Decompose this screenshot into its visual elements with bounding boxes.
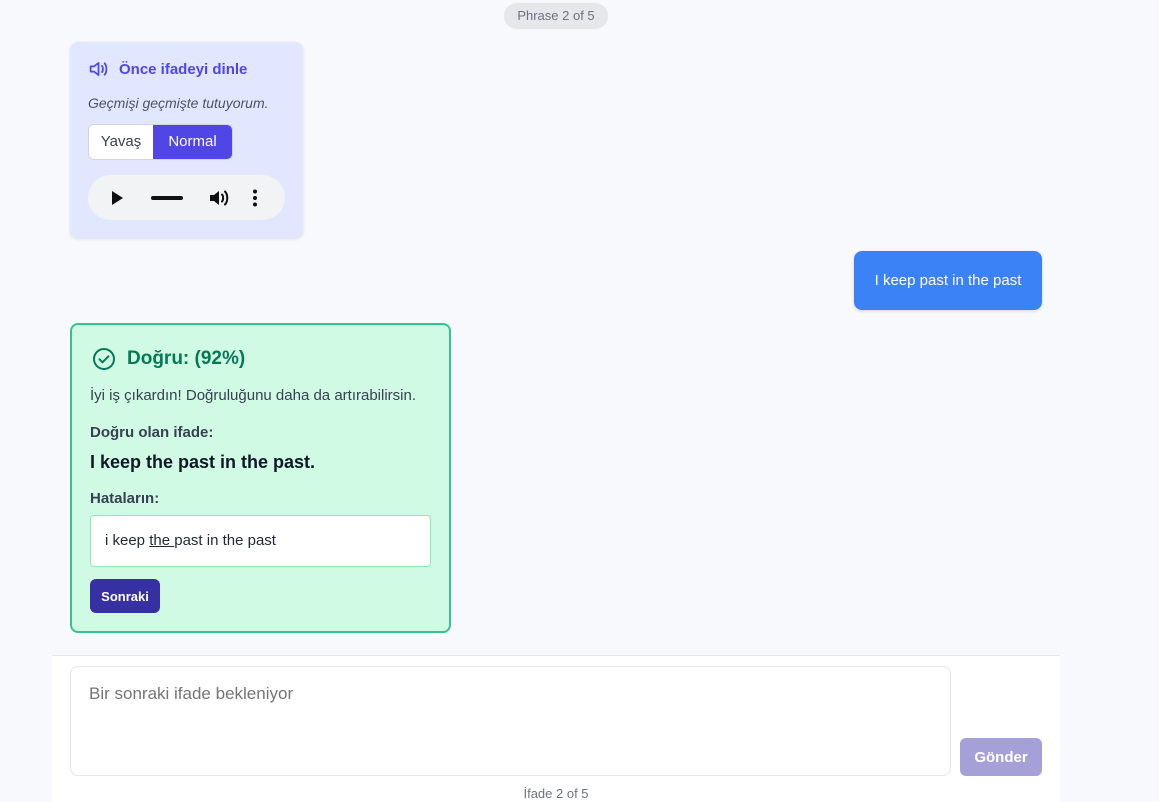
send-button[interactable]: Gönder	[960, 738, 1042, 776]
phrase-count: İfade 2 of 5	[523, 786, 589, 801]
volume-button[interactable]	[208, 175, 230, 220]
listen-phrase: Geçmişi geçmişte tutuyorum.	[88, 95, 269, 111]
listen-card: Önce ifadeyi dinle Geçmişi geçmişte tutu…	[70, 42, 303, 238]
mistakes-box: i keep the past in the past	[90, 515, 431, 567]
phrase-progress-pill: Phrase 2 of 5	[504, 3, 608, 29]
more-options-button[interactable]	[248, 175, 262, 220]
mistake-text-before: i keep	[105, 532, 150, 549]
practice-page: Phrase 2 of 5 Önce ifadeyi dinle Geçmişi…	[0, 0, 1159, 802]
mistake-text-after: past in the past	[174, 532, 276, 549]
listen-header: Önce ifadeyi dinle	[88, 60, 247, 78]
speaker-icon	[89, 62, 108, 76]
feedback-title: Doğru: (92%)	[127, 348, 246, 369]
phrase-input[interactable]	[70, 666, 951, 776]
check-circle-icon	[93, 348, 115, 370]
play-button[interactable]	[106, 175, 128, 220]
user-message-bubble: I keep past in the past	[854, 251, 1042, 310]
speed-toggle: Yavaş Normal	[88, 124, 233, 160]
next-button[interactable]: Sonraki	[90, 579, 160, 613]
correct-phrase-label: Doğru olan ifade:	[90, 424, 214, 441]
play-icon	[112, 190, 123, 205]
feedback-header: Doğru: (92%)	[92, 347, 245, 371]
feedback-message: İyi iş çıkardın! Doğruluğunu daha da art…	[90, 387, 417, 404]
volume-icon	[210, 190, 229, 205]
feedback-card: Doğru: (92%) İyi iş çıkardın! Doğruluğun…	[70, 323, 451, 633]
mistakes-label: Hataların:	[90, 490, 160, 507]
more-vertical-icon	[253, 189, 257, 206]
speed-slow-button[interactable]: Yavaş	[89, 125, 153, 159]
composer-area: Gönder İfade 2 of 5	[52, 655, 1060, 802]
audio-player	[88, 175, 285, 220]
missing-word: the	[149, 532, 175, 549]
listen-title: Önce ifadeyi dinle	[119, 60, 248, 78]
correct-phrase: I keep the past in the past.	[90, 452, 316, 472]
audio-progress-bar[interactable]	[150, 175, 184, 220]
speed-normal-button[interactable]: Normal	[153, 125, 232, 159]
